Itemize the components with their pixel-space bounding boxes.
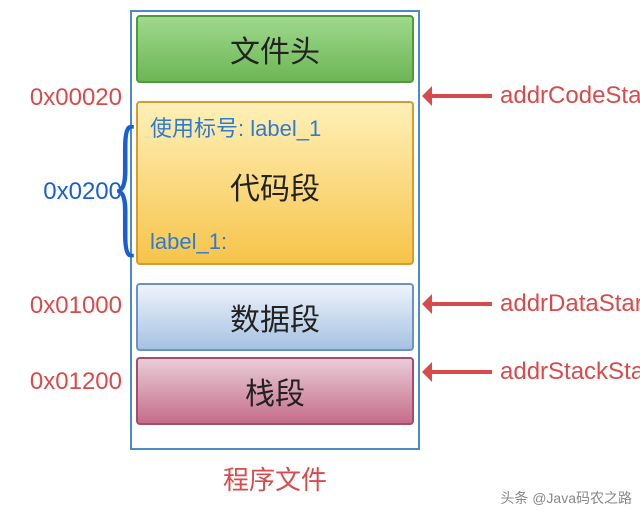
segment-code-label: 代码段 [230,164,320,208]
arrow-icon [432,302,492,306]
segment-data: 数据段 [136,283,414,351]
gap-after-header [132,86,418,98]
arrow-icon [432,370,492,374]
arrow-stack-start: addrStackStart [432,358,640,386]
segment-code: 使用标号: label_1 代码段 label_1: [136,101,414,265]
code-label-use: 使用标号: label_1 [138,111,321,143]
watermark: 头条 @Java码农之路 [500,488,632,508]
address-stack-start: 0x01200 [30,368,122,396]
label-addr-stack-start: addrStackStart [500,358,640,386]
arrow-icon [432,94,492,98]
segment-header: 文件头 [136,15,414,83]
gap-after-code [132,268,418,280]
address-code-start: 0x00020 [30,84,122,112]
label-addr-data-start: addrDataStart [500,290,640,318]
program-file-diagram: 文件头 使用标号: label_1 代码段 label_1: 数据段 栈段 [130,10,420,450]
address-code-offset: 0x0200 [43,178,122,206]
segment-stack: 栈段 [136,357,414,425]
code-label-def: label_1: [138,229,227,255]
segment-header-label: 文件头 [230,27,320,71]
arrow-data-start: addrDataStart [432,290,640,318]
diagram-caption: 程序文件 [130,460,420,497]
address-data-start: 0x01000 [30,292,122,320]
segment-stack-label: 栈段 [245,369,305,413]
arrow-code-start: addrCodeStart [432,82,640,110]
segment-data-label: 数据段 [230,295,320,339]
label-addr-code-start: addrCodeStart [500,82,640,110]
